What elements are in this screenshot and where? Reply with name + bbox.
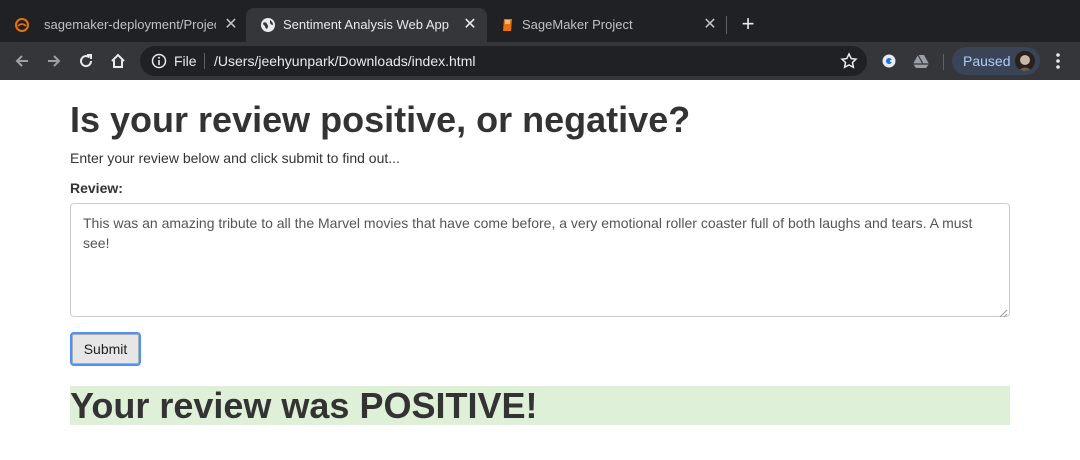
back-icon[interactable] bbox=[11, 50, 33, 72]
avatar bbox=[1015, 51, 1035, 71]
home-icon[interactable] bbox=[107, 50, 129, 72]
info-icon[interactable] bbox=[151, 53, 167, 69]
tab-title: Sentiment Analysis Web App bbox=[283, 17, 449, 32]
tab-sentiment-analysis[interactable]: Sentiment Analysis Web App ✕ bbox=[246, 8, 487, 42]
password-extension-icon[interactable] bbox=[879, 50, 901, 72]
result-text: Your review was POSITIVE! bbox=[70, 385, 538, 426]
review-textarea[interactable]: This was an amazing tribute to all the M… bbox=[70, 203, 1010, 317]
star-icon[interactable] bbox=[839, 51, 859, 71]
review-label: Review: bbox=[70, 180, 123, 196]
tab-title: sagemaker-deployment/Projec bbox=[44, 17, 216, 32]
reload-icon[interactable] bbox=[75, 50, 97, 72]
resize-handle-icon[interactable] bbox=[998, 305, 1008, 318]
scheme-label: File bbox=[174, 53, 197, 69]
tab-sagemaker-deployment[interactable]: sagemaker-deployment/Projec ✕ bbox=[0, 8, 246, 42]
browser-toolbar: File /Users/jeehyunpark/Downloads/index.… bbox=[0, 42, 1080, 80]
tab-title: SageMaker Project bbox=[522, 17, 633, 32]
page-title: Is your review positive, or negative? bbox=[70, 99, 691, 140]
submit-button[interactable]: Submit bbox=[70, 332, 141, 366]
intro-text: Enter your review below and click submit… bbox=[70, 150, 400, 166]
tab-sagemaker-project[interactable]: SageMaker Project ✕ bbox=[487, 8, 727, 42]
forward-icon[interactable] bbox=[43, 50, 65, 72]
page-content: Is your review positive, or negative? En… bbox=[0, 80, 1080, 460]
close-tab-icon[interactable]: ✕ bbox=[461, 16, 479, 34]
url-text[interactable]: /Users/jeehyunpark/Downloads/index.html bbox=[214, 53, 475, 69]
globe-icon bbox=[260, 17, 276, 33]
tab-strip: sagemaker-deployment/Projec ✕ Sentiment … bbox=[0, 0, 1080, 42]
profile-paused-button[interactable]: Paused bbox=[952, 47, 1040, 75]
more-options-icon[interactable] bbox=[1050, 51, 1066, 71]
close-tab-icon[interactable]: ✕ bbox=[701, 16, 719, 34]
new-tab-button[interactable]: + bbox=[737, 13, 759, 36]
toolbar-divider bbox=[943, 54, 944, 70]
profile-status: Paused bbox=[963, 53, 1011, 69]
close-tab-icon[interactable]: ✕ bbox=[222, 16, 240, 34]
result-banner: Your review was POSITIVE! bbox=[70, 385, 1010, 426]
address-bar[interactable]: File /Users/jeehyunpark/Downloads/index.… bbox=[140, 46, 867, 76]
github-icon bbox=[14, 17, 30, 33]
tab-divider bbox=[726, 16, 727, 34]
drive-extension-icon[interactable] bbox=[910, 50, 932, 72]
book-icon bbox=[500, 17, 516, 33]
address-divider bbox=[204, 53, 205, 69]
